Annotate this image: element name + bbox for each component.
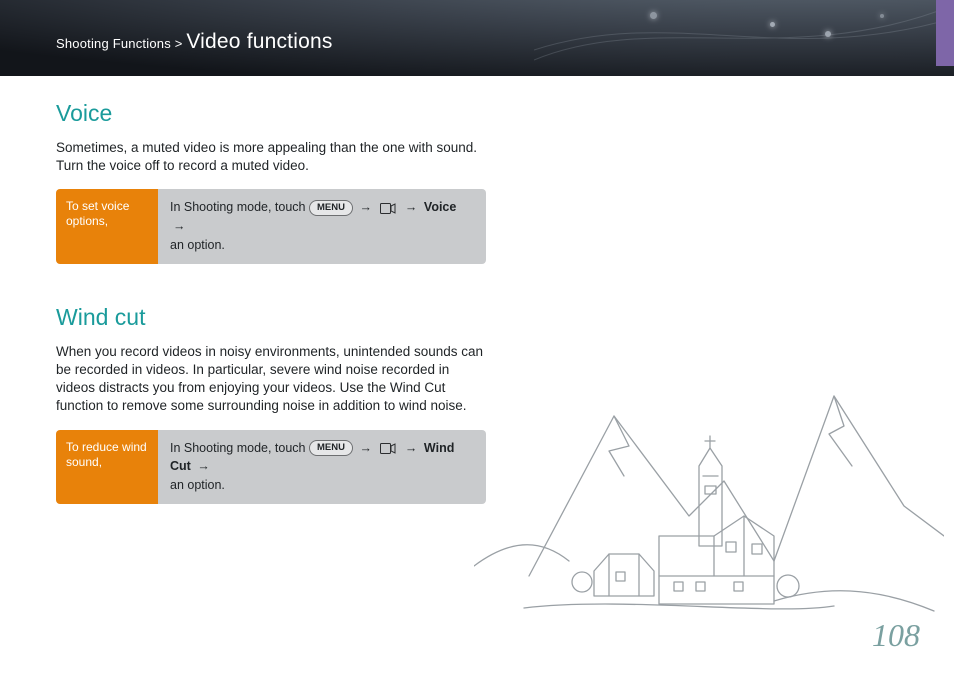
sparkle-icon (770, 22, 775, 27)
arrow-icon: → (173, 217, 186, 236)
arrow-icon: → (405, 439, 418, 458)
arrow-icon: → (197, 457, 210, 476)
page-header: Shooting Functions > Video functions (0, 0, 954, 76)
menu-button-icon: MENU (309, 200, 353, 216)
voice-callout-instructions: In Shooting mode, touch MENU → → Voice →… (158, 189, 486, 263)
section-windcut: Wind cut When you record videos in noisy… (56, 304, 486, 504)
voice-menu-item: Voice (424, 200, 456, 214)
voice-callout: To set voice options, In Shooting mode, … (56, 189, 486, 263)
video-camera-icon (380, 203, 396, 214)
windcut-callout-label: To reduce wind sound, (56, 430, 158, 504)
arrow-icon: → (405, 198, 418, 217)
windcut-description: When you record videos in noisy environm… (56, 343, 486, 416)
header-swoosh-decor (534, 0, 954, 76)
manual-page: Shooting Functions > Video functions Voi… (0, 0, 954, 676)
page-number: 108 (872, 617, 920, 654)
sparkle-icon (880, 14, 884, 18)
video-camera-icon (380, 443, 396, 454)
section-heading-windcut: Wind cut (56, 304, 486, 331)
breadcrumb: Shooting Functions > Video functions (56, 30, 333, 54)
side-tab (936, 0, 954, 66)
sparkle-icon (825, 31, 831, 37)
village-mountain-illustration (474, 336, 944, 636)
windcut-instruction-pre: In Shooting mode, touch (170, 441, 309, 455)
arrow-icon: → (359, 198, 372, 217)
section-heading-voice: Voice (56, 100, 486, 127)
sparkle-icon (650, 12, 657, 19)
arrow-icon: → (359, 439, 372, 458)
menu-button-icon: MENU (309, 440, 353, 456)
voice-instruction-post: an option. (170, 238, 225, 252)
breadcrumb-parent: Shooting Functions (56, 36, 171, 51)
windcut-instruction-post: an option. (170, 478, 225, 492)
windcut-callout: To reduce wind sound, In Shooting mode, … (56, 430, 486, 504)
windcut-callout-instructions: In Shooting mode, touch MENU → → Wind Cu… (158, 430, 486, 504)
page-content: Voice Sometimes, a muted video is more a… (56, 100, 486, 518)
voice-callout-label: To set voice options, (56, 189, 158, 263)
voice-description: Sometimes, a muted video is more appeali… (56, 139, 486, 175)
voice-instruction-pre: In Shooting mode, touch (170, 200, 309, 214)
breadcrumb-sep: > (171, 36, 186, 51)
breadcrumb-current: Video functions (186, 30, 332, 53)
